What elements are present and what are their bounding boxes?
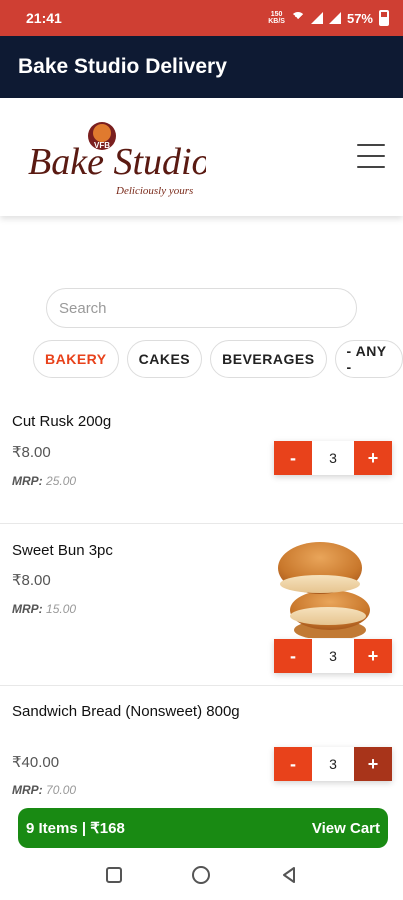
increase-button[interactable]: +: [354, 747, 392, 781]
site-header: VFB Bake Studio Deliciously yours: [0, 98, 403, 216]
mrp-label: MRP:: [12, 474, 43, 488]
quantity-stepper: - 3 +: [274, 441, 392, 475]
mrp-label: MRP:: [12, 783, 43, 797]
recents-icon[interactable]: [102, 863, 126, 887]
decrease-button[interactable]: -: [274, 639, 312, 673]
search-input[interactable]: [46, 288, 357, 328]
mrp-value: 70.00: [46, 783, 77, 797]
product-item: Cut Rusk 200g ₹8.00 MRP: 25.00 - 3 +: [0, 398, 403, 524]
quantity-stepper: - 3 +: [274, 747, 392, 781]
signal-icon-2: [328, 12, 341, 24]
category-bakery[interactable]: BAKERY: [33, 340, 119, 378]
decrease-button[interactable]: -: [274, 747, 312, 781]
status-icons: 150 KB/S 57%: [268, 10, 389, 26]
search-box: [46, 288, 357, 328]
brand-logo[interactable]: VFB Bake Studio Deliciously yours: [26, 112, 206, 202]
status-time: 21:41: [26, 10, 62, 26]
category-any[interactable]: - ANY -: [334, 340, 403, 378]
logo-brand: Bake Studio: [28, 141, 206, 183]
cart-bar[interactable]: 9 Items | ₹168 View Cart: [18, 808, 388, 848]
menu-icon[interactable]: [357, 144, 385, 168]
product-mrp: MRP: 70.00: [12, 783, 76, 797]
product-price: ₹40.00: [12, 754, 60, 771]
product-name: Sandwich Bread (Nonsweet) 800g: [12, 703, 240, 720]
network-speed-value: 150: [270, 11, 283, 18]
product-mrp: MRP: 25.00: [12, 474, 76, 488]
home-icon[interactable]: [189, 863, 213, 887]
product-image-sweet-bun: [278, 542, 370, 638]
battery-percent: 57%: [346, 10, 373, 26]
quantity-value: 3: [312, 747, 354, 781]
product-mrp: MRP: 15.00: [12, 602, 76, 616]
logo-tagline: Deliciously yours: [115, 185, 193, 197]
quantity-stepper: - 3 +: [274, 639, 392, 673]
status-bar: 21:41 150 KB/S 57%: [0, 0, 403, 36]
product-price: ₹8.00: [12, 572, 51, 589]
category-filter: BAKERY CAKES BEVERAGES - ANY -: [33, 340, 403, 378]
decrease-button[interactable]: -: [274, 441, 312, 475]
network-speed: 150 KB/S: [268, 11, 285, 25]
product-name: Sweet Bun 3pc: [12, 542, 113, 559]
wifi-icon: [290, 12, 305, 26]
view-cart-button[interactable]: View Cart: [312, 820, 380, 837]
network-speed-unit: KB/S: [268, 18, 285, 25]
app-title: Bake Studio Delivery: [18, 55, 227, 78]
cart-summary: 9 Items | ₹168: [26, 820, 125, 837]
quantity-value: 3: [312, 639, 354, 673]
mrp-value: 25.00: [46, 474, 77, 488]
category-cakes[interactable]: CAKES: [126, 340, 203, 378]
increase-button[interactable]: +: [354, 639, 392, 673]
battery-icon: [379, 10, 389, 26]
signal-icon: [310, 12, 323, 24]
mrp-value: 15.00: [46, 602, 77, 616]
back-icon[interactable]: [277, 863, 301, 887]
mrp-label: MRP:: [12, 602, 43, 616]
app-bar: Bake Studio Delivery: [0, 36, 403, 98]
quantity-value: 3: [312, 441, 354, 475]
product-name: Cut Rusk 200g: [12, 413, 112, 430]
category-beverages[interactable]: BEVERAGES: [210, 340, 327, 378]
increase-button[interactable]: +: [354, 441, 392, 475]
product-price: ₹8.00: [12, 444, 51, 461]
system-nav-bar: [0, 850, 403, 900]
